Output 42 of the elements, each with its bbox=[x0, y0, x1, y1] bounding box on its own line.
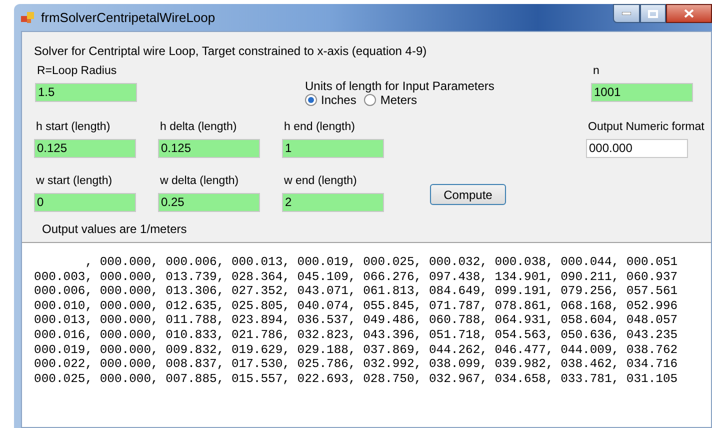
input-field[interactable]: 0 bbox=[34, 193, 136, 212]
field-label: h delta (length) bbox=[159, 120, 238, 134]
minimize-button[interactable] bbox=[613, 4, 640, 23]
input-field[interactable]: 1 bbox=[282, 139, 384, 158]
input-field[interactable]: 2 bbox=[282, 193, 384, 212]
field-label: R=Loop Radius bbox=[36, 64, 118, 78]
output-line: , 000.000, 000.006, 000.013, 000.019, 000.025, 000.032, 000.038, 000.044, 000.051 bbox=[84, 255, 679, 270]
description-text: Solver for Centriptal wire Loop, Target constrained to x-axis (equation 4-9) bbox=[34, 44, 428, 58]
field-label: w delta (length) bbox=[159, 174, 240, 188]
maximize-icon bbox=[648, 10, 658, 18]
input-field[interactable]: 1.5 bbox=[35, 83, 137, 102]
output-note: Output values are 1/meters bbox=[41, 222, 188, 236]
app-icon bbox=[21, 12, 35, 24]
output-line: 000.019, 000.000, 009.832, 019.629, 029.188, 037.869, 044.262, 046.477, 044.009, 038.762 bbox=[34, 342, 679, 358]
output-textbox[interactable] bbox=[22, 242, 711, 427]
input-field[interactable]: 000.000 bbox=[586, 139, 688, 158]
input-field[interactable]: 0.125 bbox=[34, 139, 136, 158]
output-line: 000.003, 000.000, 013.739, 028.364, 045.109, 066.276, 097.438, 134.901, 090.211, 060.937 bbox=[34, 270, 679, 284]
field-label: h end (length) bbox=[283, 120, 356, 134]
input-field[interactable]: 1001 bbox=[591, 83, 693, 102]
close-icon bbox=[684, 9, 694, 18]
minimize-icon bbox=[622, 12, 631, 15]
window-title: frmSolverCentripetalWireLoop bbox=[41, 8, 216, 27]
field-label: n bbox=[592, 64, 600, 78]
field-label: Output Numeric format bbox=[587, 120, 704, 134]
output-line: 000.006, 000.000, 013.306, 027.352, 043.071, 061.813, 084.649, 099.191, 079.256, 057.561 bbox=[34, 284, 679, 299]
field-label: w end (length) bbox=[283, 174, 358, 188]
input-field[interactable]: 0.125 bbox=[158, 139, 260, 158]
radio-option[interactable]: Inches bbox=[305, 93, 356, 107]
compute-button[interactable]: Compute bbox=[430, 184, 506, 205]
output-line: 000.022, 000.000, 008.837, 017.530, 025.786, 032.992, 038.099, 039.982, 038.462, 034.716 bbox=[34, 357, 679, 372]
input-field[interactable]: 0.25 bbox=[158, 193, 260, 212]
field-label: h start (length) bbox=[35, 120, 112, 134]
field-label: w start (length) bbox=[35, 174, 114, 188]
output-line: 000.013, 000.000, 011.788, 023.894, 036.537, 049.486, 060.788, 064.931, 058.604, 048.057 bbox=[34, 313, 679, 328]
maximize-button[interactable] bbox=[640, 4, 666, 23]
radio-option[interactable]: Meters bbox=[364, 93, 418, 107]
output-line: 000.025, 000.000, 007.885, 015.557, 022.693, 028.750, 032.967, 034.658, 033.781, 031.105 bbox=[34, 372, 679, 386]
output-line: 000.010, 000.000, 012.635, 025.805, 040.074, 055.845, 071.787, 078.861, 068.168, 052.996 bbox=[34, 298, 679, 314]
output-line: 000.016, 000.000, 010.833, 021.786, 032.823, 043.396, 051.718, 054.563, 050.636, 043.235 bbox=[34, 328, 679, 343]
close-button[interactable] bbox=[666, 4, 712, 23]
units-label: Units of length for Input Parameters bbox=[305, 79, 496, 93]
